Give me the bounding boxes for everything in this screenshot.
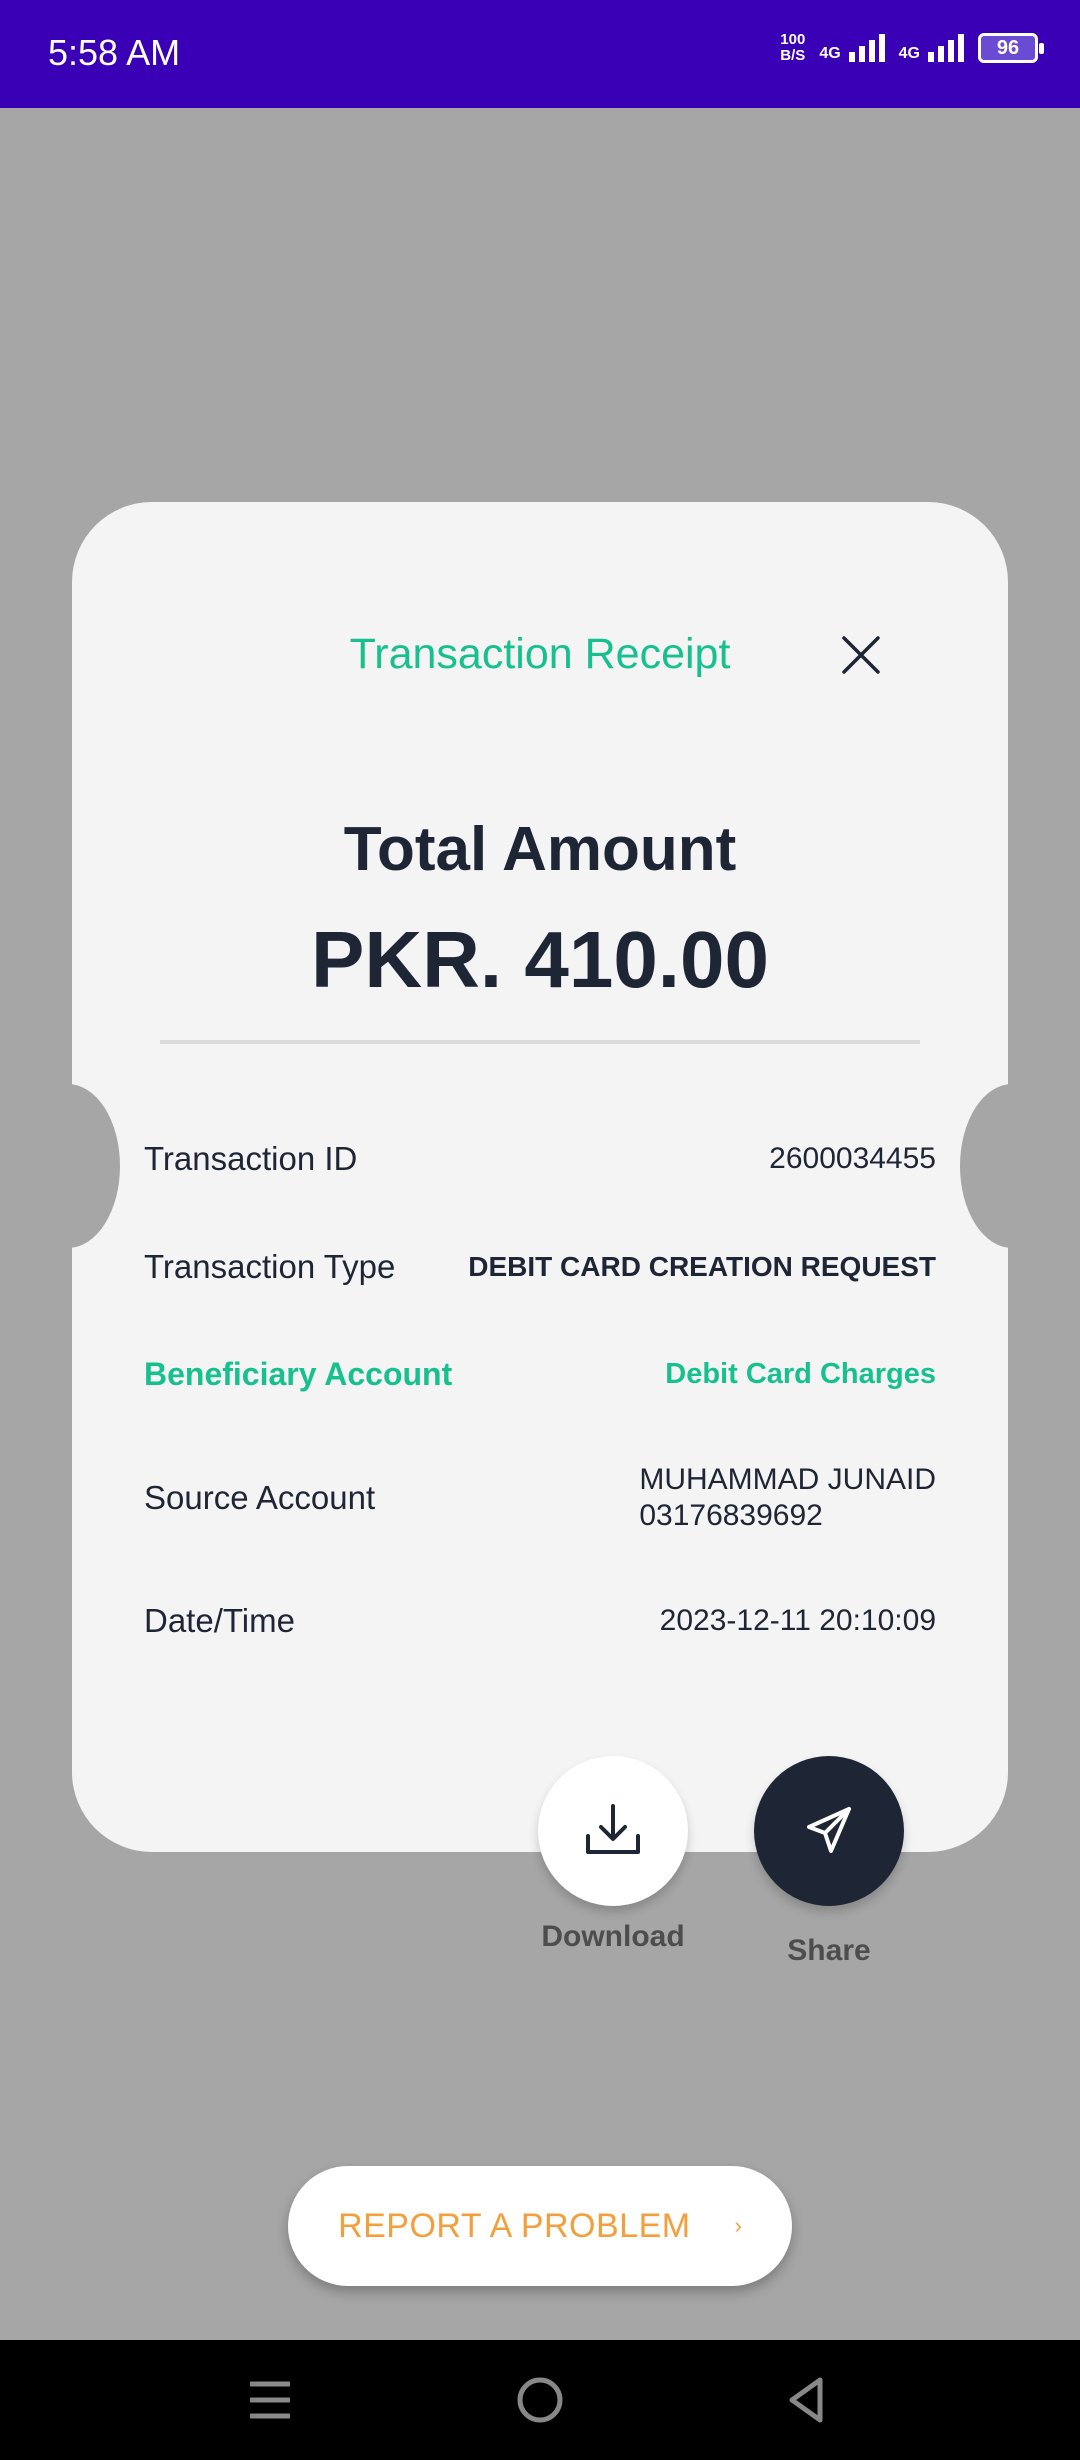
recent-apps-button[interactable] <box>246 2372 294 2433</box>
navigation-bar <box>0 2340 1080 2460</box>
source-account-row: Source Account MUHAMMAD JUNAID 031768396… <box>144 1462 936 1534</box>
signal-label: 4G <box>898 45 920 62</box>
total-amount-label: Total Amount <box>343 815 737 884</box>
share-circle[interactable] <box>754 1756 904 1906</box>
chevron-right-icon: › <box>734 2213 742 2238</box>
status-icons: 100 B/S 4G 4G 96 <box>780 32 1044 64</box>
transaction-type-label: Transaction Type <box>144 1248 396 1285</box>
network-speed: 100 B/S <box>780 32 805 64</box>
date-time-value: 2023-12-11 20:10:09 <box>659 1604 936 1637</box>
download-button[interactable]: Download <box>538 1756 688 1954</box>
close-icon[interactable] <box>836 630 886 680</box>
source-account-value: MUHAMMAD JUNAID 03176839692 <box>639 1462 936 1534</box>
home-button[interactable] <box>514 2372 566 2433</box>
report-problem-label: REPORT A PROBLEM <box>338 2206 691 2245</box>
report-problem-button[interactable]: REPORT A PROBLEM › <box>288 2166 792 2286</box>
divider <box>160 1040 920 1044</box>
beneficiary-row: Beneficiary Account Debit Card Charges <box>144 1356 936 1393</box>
battery-icon: 96 <box>978 33 1044 63</box>
home-icon[interactable] <box>514 2372 566 2428</box>
card-notch-right <box>960 1084 1064 1248</box>
receipt-card: Transaction Receipt Total Amount PKR. 41… <box>16 502 1064 1852</box>
transaction-id-label: Transaction ID <box>144 1140 358 1177</box>
network-speed-unit: B/S <box>780 47 806 64</box>
battery-level: 96 <box>996 37 1020 59</box>
transaction-id-row: Transaction ID 2600034455 <box>144 1140 936 1178</box>
status-bar: 5:58 AM 100 B/S 4G 4G 96 <box>0 0 1080 108</box>
share-label: Share <box>787 1934 871 1967</box>
transaction-type-row: Transaction Type DEBIT CARD CREATION REQ… <box>144 1248 936 1286</box>
signal-icon: 4G <box>899 34 964 62</box>
download-icon <box>586 1804 640 1854</box>
transaction-type-value: DEBIT CARD CREATION REQUEST <box>468 1251 936 1282</box>
menu-icon[interactable] <box>246 2372 294 2428</box>
beneficiary-account-label: Beneficiary Account <box>144 1356 453 1392</box>
source-account-name: MUHAMMAD JUNAID <box>639 1463 936 1496</box>
share-button[interactable]: Share <box>754 1756 904 1968</box>
source-account-label: Source Account <box>144 1479 376 1516</box>
close-button[interactable] <box>836 630 886 680</box>
source-account-number: 03176839692 <box>639 1499 823 1532</box>
network-speed-value: 100 <box>780 31 806 48</box>
download-circle[interactable] <box>538 1756 688 1906</box>
back-icon[interactable] <box>782 2372 830 2428</box>
signal-label: 4G <box>819 45 841 62</box>
signal-icon: 4G <box>819 34 885 62</box>
card-notch-left <box>16 1084 120 1248</box>
total-amount-value: PKR. 410.00 <box>310 915 770 1004</box>
back-button[interactable] <box>782 2372 830 2433</box>
download-label: Download <box>541 1920 685 1953</box>
transaction-id-value: 2600034455 <box>769 1142 936 1175</box>
date-time-row: Date/Time 2023-12-11 20:10:09 <box>144 1602 936 1640</box>
send-icon <box>807 1807 851 1853</box>
status-time: 5:58 AM <box>48 32 181 73</box>
date-time-label: Date/Time <box>144 1602 295 1639</box>
beneficiary-account-value: Debit Card Charges <box>665 1358 936 1390</box>
